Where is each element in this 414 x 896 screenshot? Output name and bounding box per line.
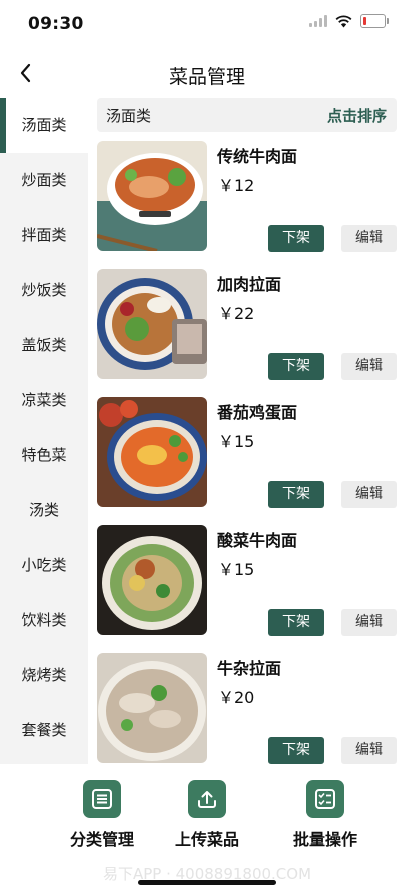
dish-price: ￥15: [218, 560, 255, 579]
checklist-icon: [306, 780, 344, 818]
sidebar-item-fried-rice[interactable]: 炒饭类: [0, 263, 88, 318]
dish-photo: [97, 525, 207, 635]
dish-photo: [97, 141, 207, 251]
tab-label: 上传菜品: [174, 830, 239, 849]
dish-name: 酸菜牛肉面: [217, 531, 298, 550]
edit-button[interactable]: 编辑: [341, 353, 397, 380]
dish-name: 番茄鸡蛋面: [217, 403, 298, 422]
sidebar-item-specialties[interactable]: 特色菜: [0, 428, 88, 483]
dish-name: 传统牛肉面: [217, 147, 298, 166]
dish-item: 番茄鸡蛋面 ￥15 下架 编辑: [97, 397, 407, 509]
tab-label: 分类管理: [69, 830, 134, 849]
sidebar-item-fried-noodles[interactable]: 炒面类: [0, 153, 88, 208]
dish-photo: [97, 269, 207, 379]
take-down-button[interactable]: 下架: [268, 737, 324, 764]
sidebar-item-bbq[interactable]: 烧烤类: [0, 648, 88, 703]
list-icon: [83, 780, 121, 818]
edit-button[interactable]: 编辑: [341, 225, 397, 252]
upload-icon: [188, 780, 226, 818]
sidebar-item-cold-dishes[interactable]: 凉菜类: [0, 373, 88, 428]
dish-price: ￥12: [218, 176, 255, 195]
dish-name: 牛杂拉面: [217, 659, 282, 678]
dish-item: 加肉拉面 ￥22 下架 编辑: [97, 269, 407, 381]
status-icons: [309, 14, 389, 28]
category-header: 汤面类 点击排序: [97, 98, 397, 132]
sidebar-item-snacks[interactable]: 小吃类: [0, 538, 88, 593]
take-down-button[interactable]: 下架: [268, 225, 324, 252]
dish-item: 牛杂拉面 ￥20 下架 编辑: [97, 653, 407, 765]
sidebar-item-drinks[interactable]: 饮料类: [0, 593, 88, 648]
edit-button[interactable]: 编辑: [341, 609, 397, 636]
take-down-button[interactable]: 下架: [268, 353, 324, 380]
nav-bar: 菜品管理: [0, 48, 414, 98]
take-down-button[interactable]: 下架: [268, 609, 324, 636]
sidebar-item-set-meals[interactable]: 套餐类: [0, 703, 88, 758]
dish-price: ￥15: [218, 432, 255, 451]
home-indicator[interactable]: [138, 880, 276, 885]
dish-photo: [97, 653, 207, 763]
signal-icon: [309, 15, 327, 27]
sidebar-item-soups[interactable]: 汤类: [0, 483, 88, 538]
edit-button[interactable]: 编辑: [341, 481, 397, 508]
dish-item: 酸菜牛肉面 ￥15 下架 编辑: [97, 525, 407, 637]
take-down-button[interactable]: 下架: [268, 481, 324, 508]
batch-operation-button[interactable]: 批量操作: [270, 780, 380, 850]
status-time: 09:30: [28, 14, 84, 34]
dish-item: 传统牛肉面 ￥12 下架 编辑: [97, 141, 407, 253]
category-title: 汤面类: [106, 107, 152, 125]
upload-dish-button[interactable]: 上传菜品: [152, 780, 262, 850]
sidebar-item-rice-bowls[interactable]: 盖饭类: [0, 318, 88, 373]
sort-button[interactable]: 点击排序: [327, 105, 387, 126]
category-sidebar: 汤面类 炒面类 拌面类 炒饭类 盖饭类 凉菜类 特色菜 汤类 小吃类 饮料类 烧…: [0, 98, 88, 764]
battery-icon: [360, 14, 389, 28]
status-bar: 09:30: [0, 0, 414, 48]
dish-photo: [97, 397, 207, 507]
bottom-toolbar: 分类管理 上传菜品 批量操作 易下APP · 4008891800.COM: [0, 764, 414, 896]
wifi-icon: [335, 15, 352, 27]
dish-name: 加肉拉面: [217, 275, 282, 294]
page-title: 菜品管理: [168, 66, 245, 88]
sidebar-item-mixed-noodles[interactable]: 拌面类: [0, 208, 88, 263]
dish-price: ￥22: [218, 304, 255, 323]
sidebar-item-soup-noodles[interactable]: 汤面类: [0, 98, 88, 153]
dish-price: ￥20: [218, 688, 255, 707]
category-manage-button[interactable]: 分类管理: [47, 780, 157, 850]
tab-label: 批量操作: [292, 830, 357, 849]
edit-button[interactable]: 编辑: [341, 737, 397, 764]
